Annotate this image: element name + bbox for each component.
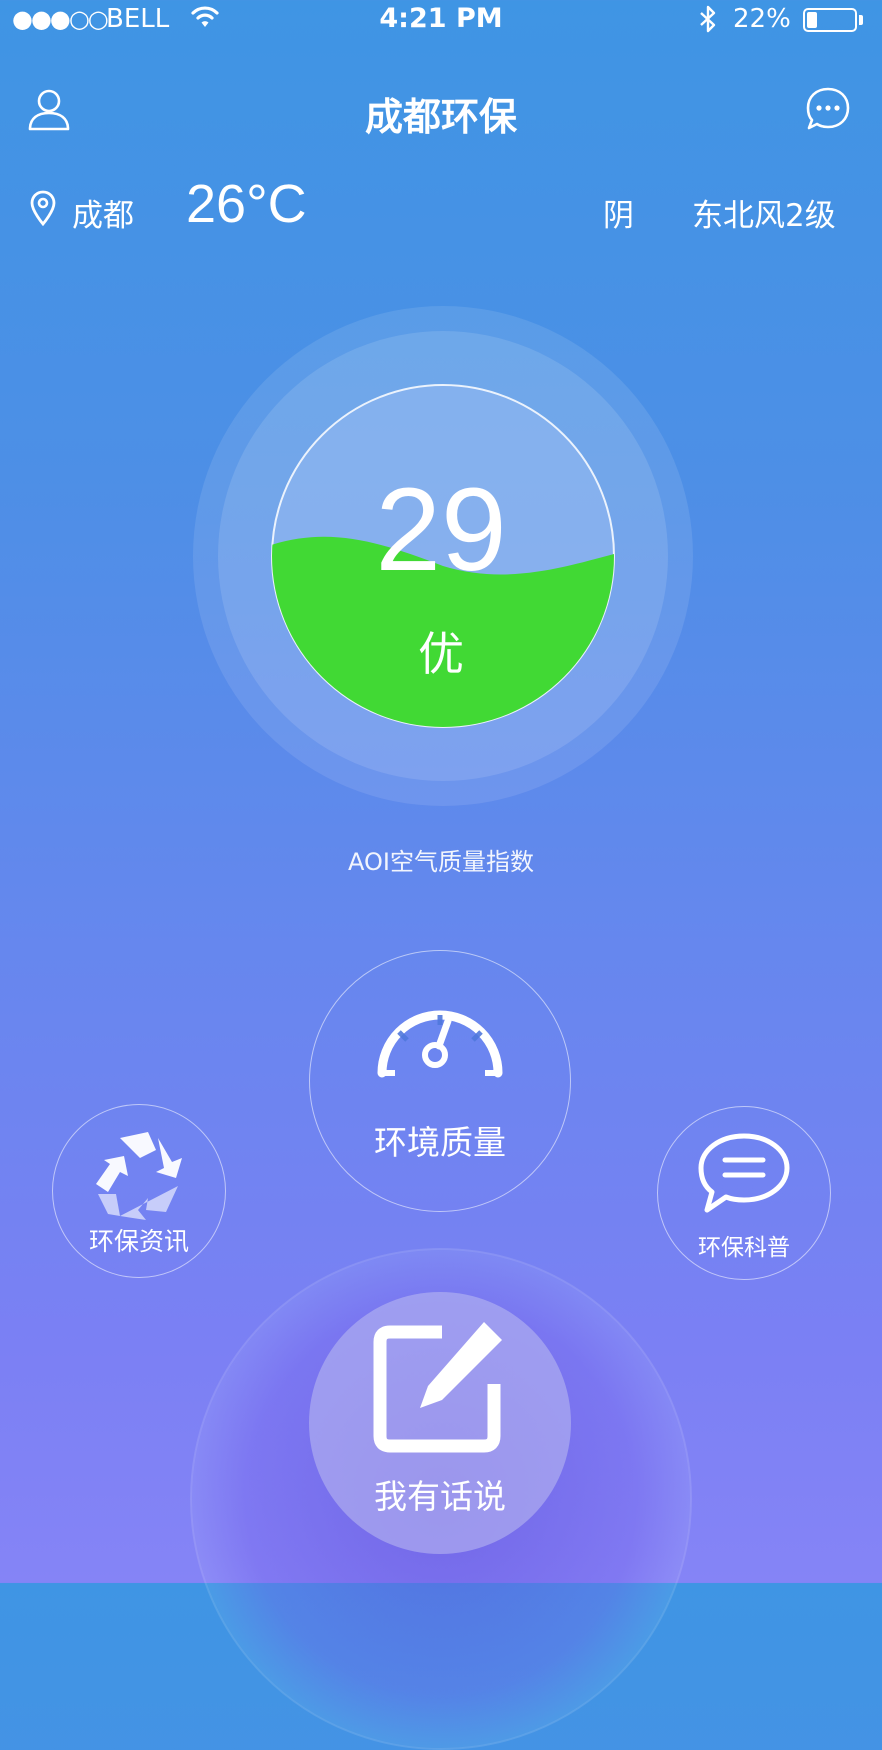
wind-info: 东北风2级 [692, 198, 836, 234]
env-science-label: 环保科普 [698, 1235, 790, 1261]
temperature: 26°C [186, 174, 307, 234]
page-title: 成都环保 [364, 95, 517, 139]
weather-condition: 阴 [603, 198, 634, 234]
battery-tip [859, 15, 863, 25]
env-news-label: 环保资讯 [88, 1227, 189, 1256]
battery-level [807, 12, 817, 28]
environment-quality-label: 环境质量 [374, 1123, 506, 1162]
speak-label: 我有话说 [374, 1477, 506, 1516]
city-name[interactable]: 成都 [72, 190, 134, 235]
location-pin-icon [30, 190, 56, 226]
status-bar: ●●●○○ BELL 4:21 PM 22% [0, 0, 882, 40]
bluetooth-icon [700, 5, 716, 33]
recycle-icon [96, 1132, 182, 1220]
battery-percent: 22% [733, 4, 791, 34]
aqi-caption: AOI空气质量指数 [348, 848, 534, 876]
speedometer-icon [377, 1010, 503, 1078]
chat-icon[interactable] [805, 86, 851, 132]
battery-icon [803, 8, 857, 32]
edit-icon [373, 1322, 502, 1453]
aqi-level: 优 [418, 627, 464, 681]
aqi-value: 29 [375, 464, 507, 596]
message-bubble-icon [698, 1133, 790, 1213]
